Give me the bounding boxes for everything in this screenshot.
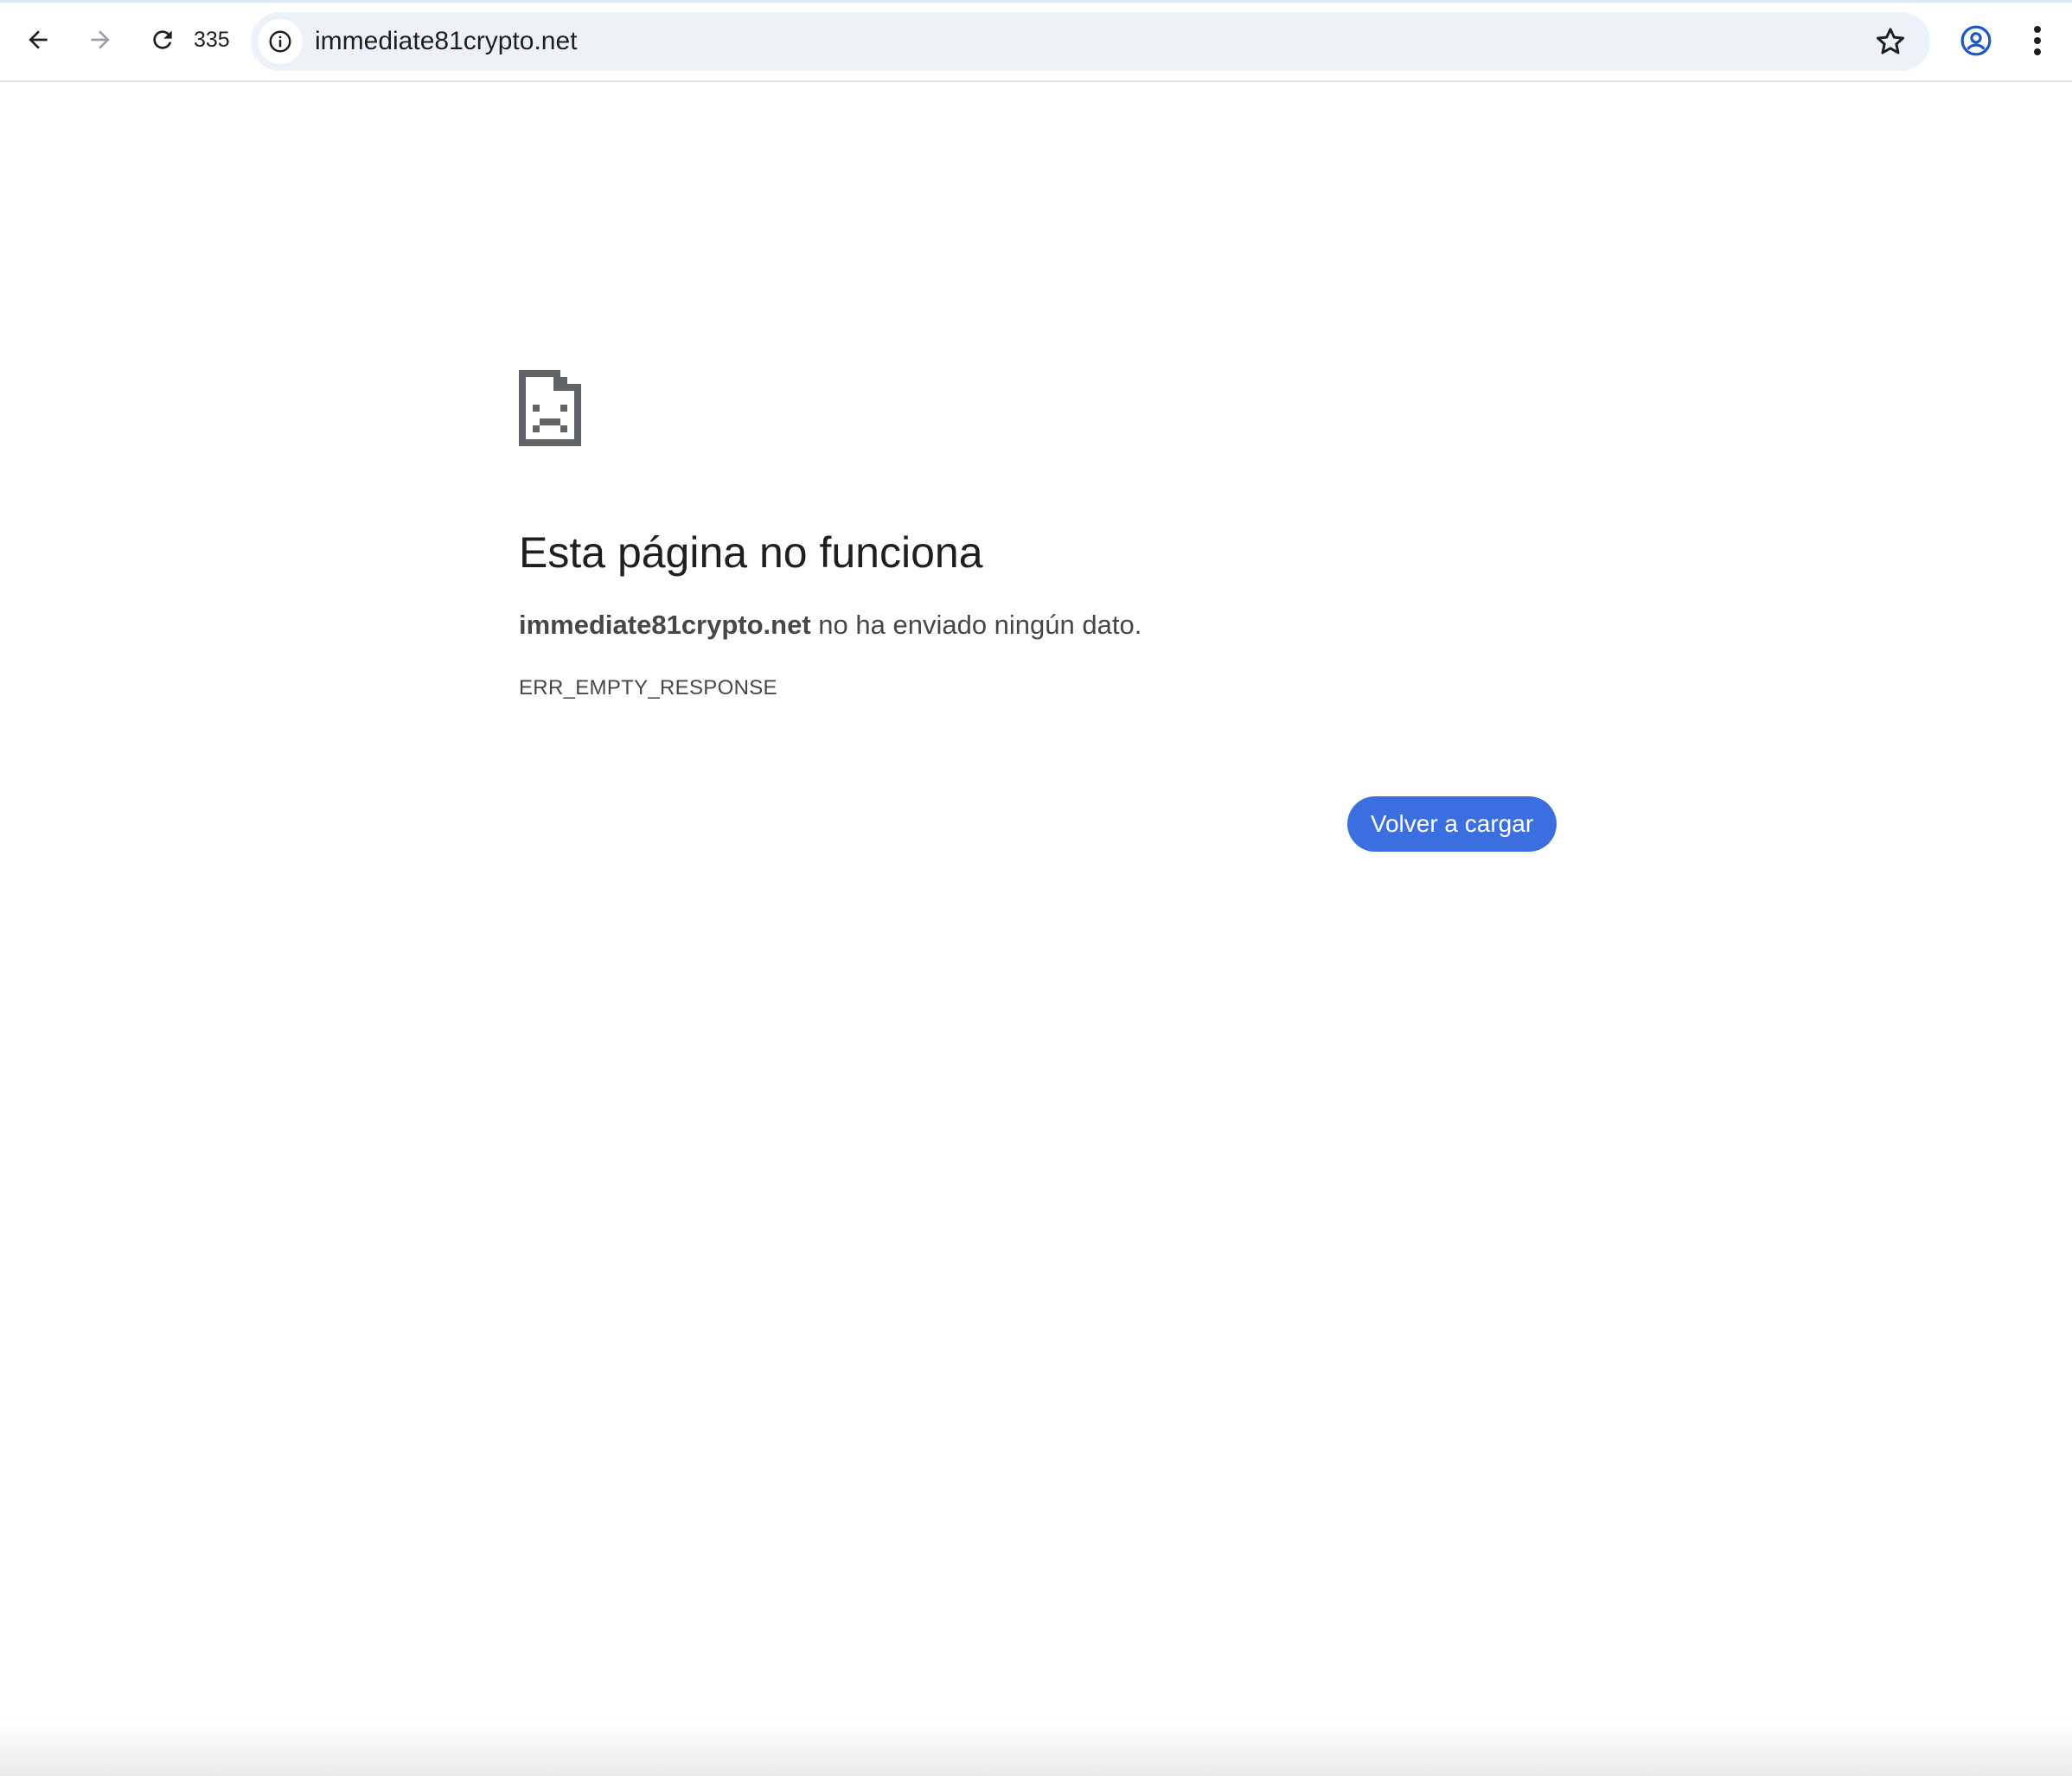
tab-strip-edge: [0, 0, 2072, 3]
error-code: ERR_EMPTY_RESPONSE: [519, 676, 777, 700]
browser-toolbar: 335 immediate81crypto.net: [0, 0, 2072, 82]
error-title: Esta página no funciona: [519, 528, 983, 577]
reload-page-button[interactable]: Volver a cargar: [1347, 796, 1557, 852]
browser-menu-button[interactable]: [2018, 19, 2056, 62]
reload-button[interactable]: [138, 16, 187, 64]
error-host: immediate81crypto.net: [519, 610, 811, 640]
error-message: no ha enviado ningún dato.: [810, 610, 1142, 640]
sad-page-icon: [519, 370, 581, 446]
url-text[interactable]: immediate81crypto.net: [315, 26, 578, 57]
reload-icon: [153, 30, 172, 49]
profile-button[interactable]: [1954, 19, 1998, 62]
error-description: immediate81crypto.net no ha enviado ning…: [519, 607, 1142, 643]
profile-icon: [1960, 25, 1992, 56]
star-icon[interactable]: [1873, 24, 1908, 59]
bottom-edge-shadow: [0, 1721, 2072, 1776]
info-icon: [269, 30, 291, 53]
back-arrow-icon: [29, 30, 48, 49]
address-bar[interactable]: immediate81crypto.net: [251, 12, 1930, 71]
forward-button[interactable]: [76, 16, 125, 64]
forward-arrow-icon: [91, 30, 110, 49]
site-info-button[interactable]: [258, 19, 303, 64]
kebab-menu-icon: [2034, 26, 2041, 55]
reload-count: 335: [194, 28, 230, 52]
back-button[interactable]: [14, 16, 62, 64]
